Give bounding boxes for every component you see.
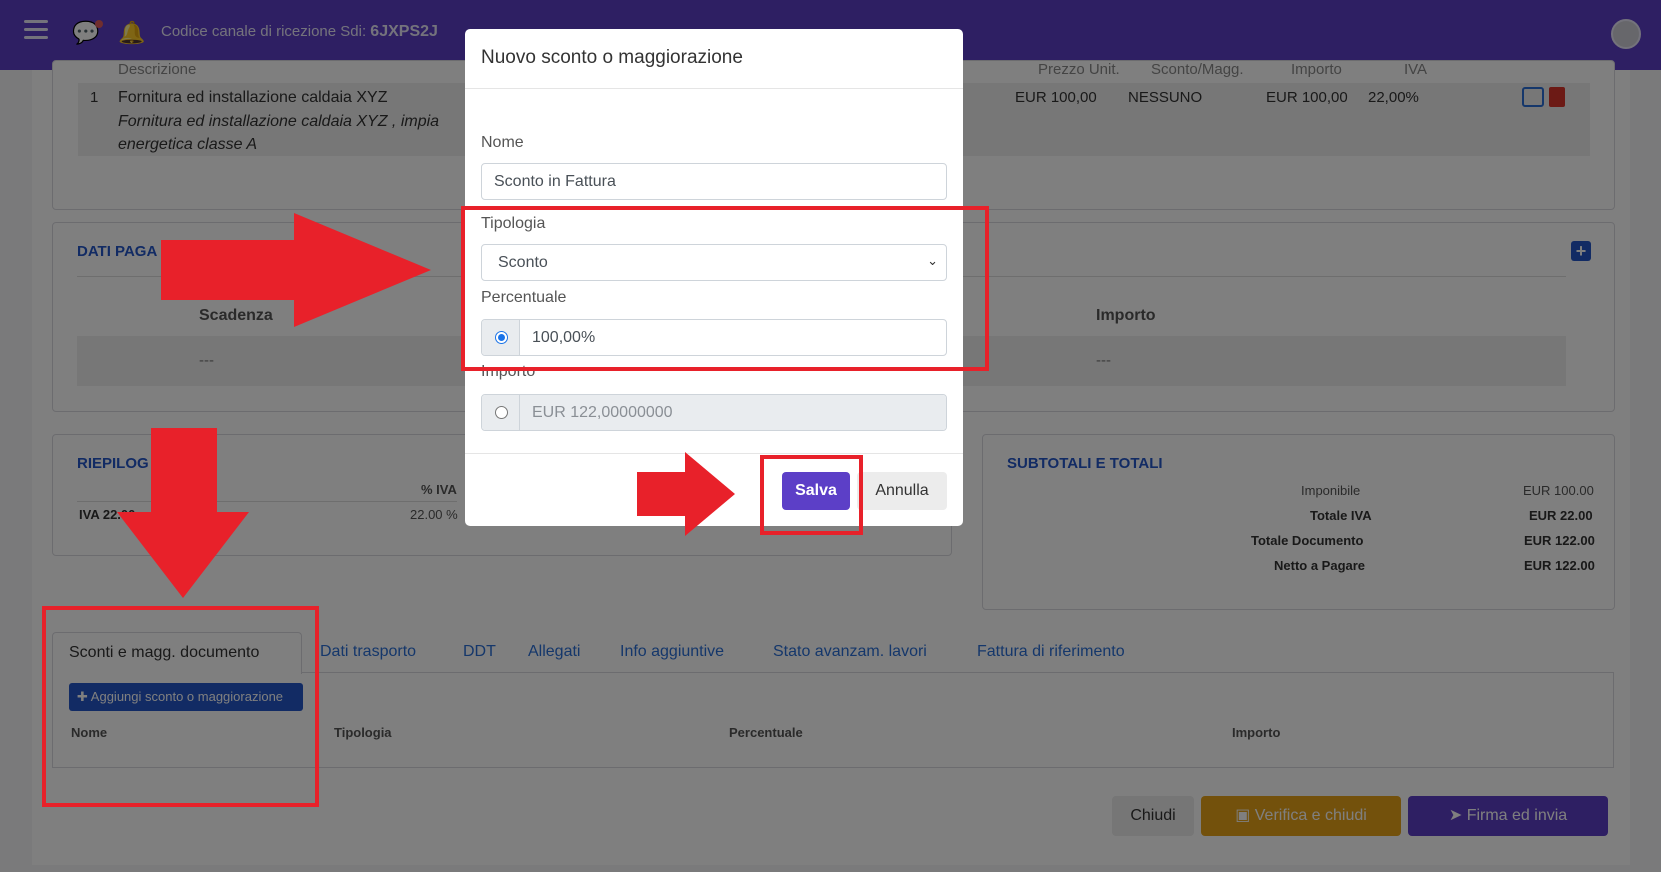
arrow-right-large	[161, 213, 431, 327]
arrow-down	[117, 428, 249, 598]
arrow-right-small	[637, 452, 735, 536]
annotation-arrows	[117, 213, 735, 598]
